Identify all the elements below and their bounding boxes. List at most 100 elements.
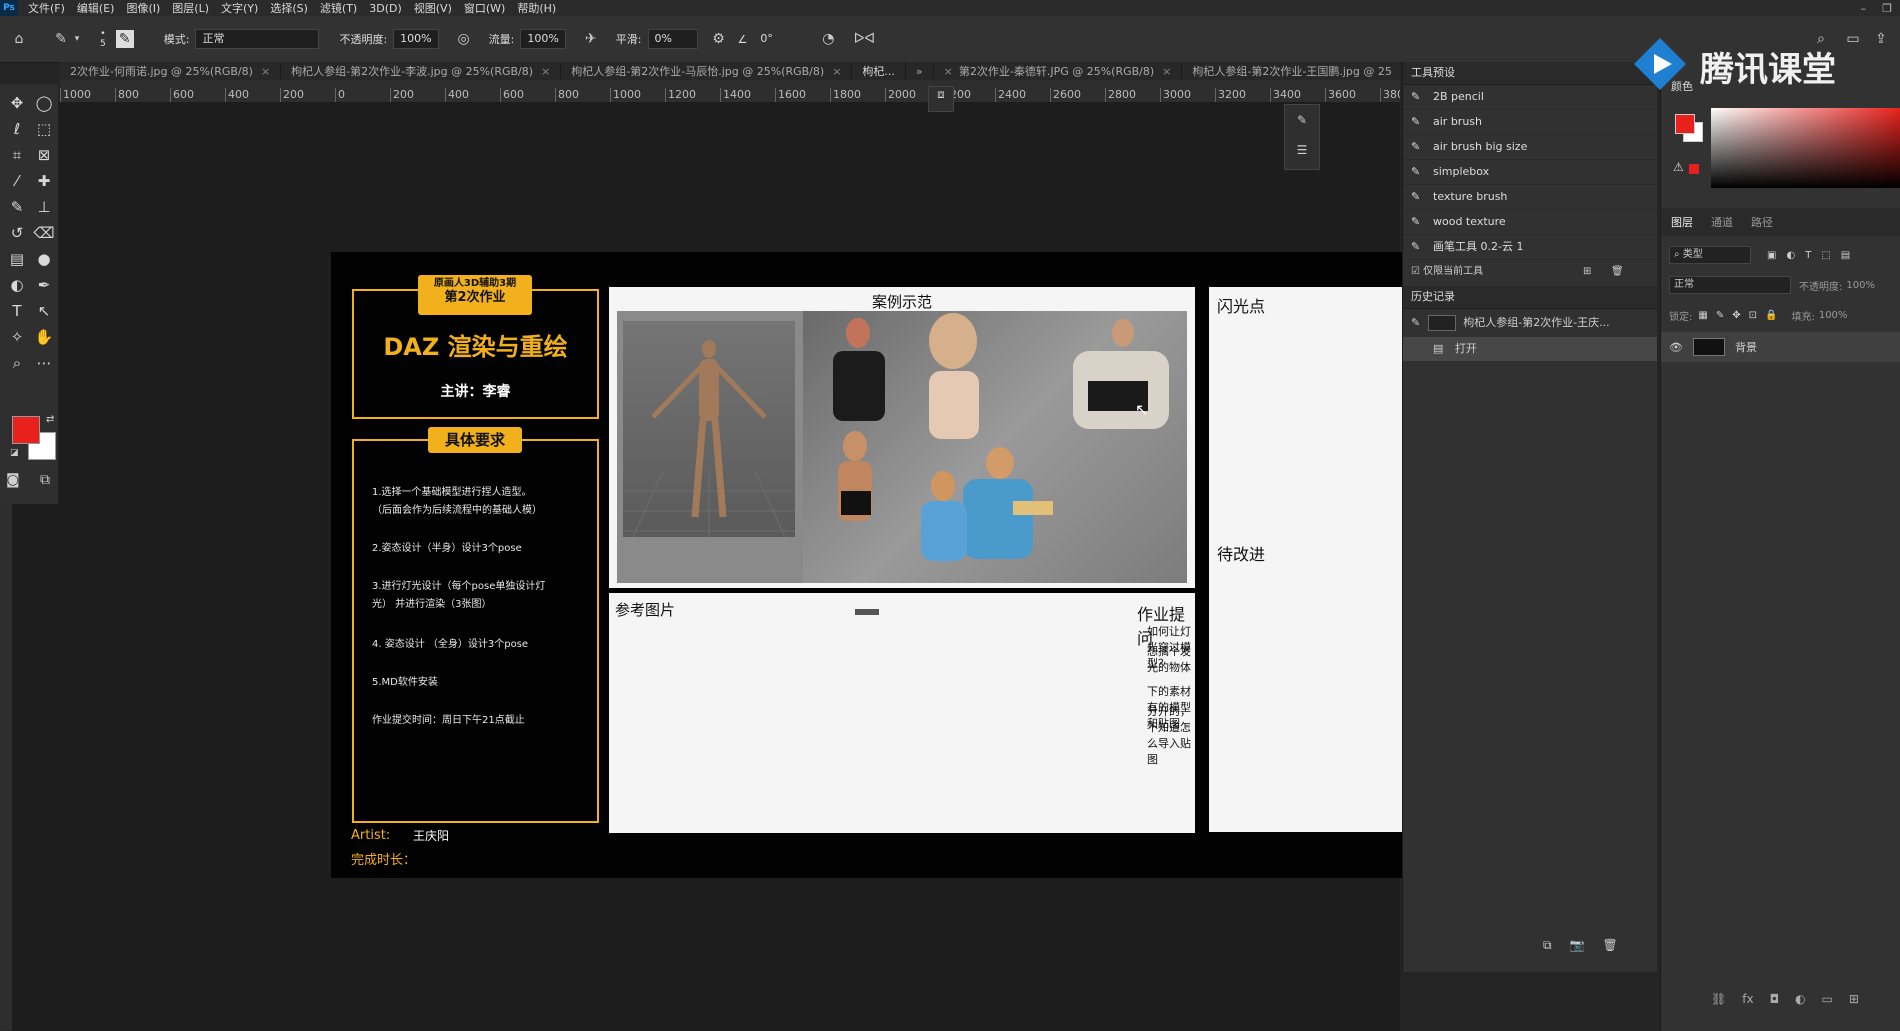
filter-shape-icon[interactable]: ⬚ bbox=[1821, 250, 1830, 261]
pressure-opacity-icon[interactable]: ◎ bbox=[453, 28, 475, 50]
trash-icon[interactable]: 🗑 bbox=[1603, 938, 1618, 953]
path-select-tool-icon[interactable]: ↖ bbox=[32, 298, 56, 324]
menu-select[interactable]: 选择(S) bbox=[270, 0, 308, 16]
brush-settings-icon[interactable]: ✎ bbox=[115, 30, 134, 48]
tab-document[interactable]: 枸杞人参组-第2次作业-王国鹏.jpg @ 25 bbox=[1182, 63, 1400, 79]
panel-collapse-icon[interactable]: ⧈ bbox=[937, 87, 945, 101]
menu-filter[interactable]: 滤镜(T) bbox=[320, 0, 357, 16]
brush-tool-icon[interactable]: ✎ bbox=[50, 28, 72, 50]
eraser-tool-icon[interactable]: ⌫ bbox=[32, 220, 56, 246]
fill-value[interactable]: 100% bbox=[1819, 310, 1848, 321]
brush-size-picker[interactable]: • 5 bbox=[100, 29, 106, 49]
link-layers-icon[interactable]: ⛓ bbox=[1711, 992, 1726, 1006]
filter-type-icon[interactable]: T bbox=[1805, 250, 1811, 261]
new-document-from-state-icon[interactable]: ⧉ bbox=[1543, 938, 1552, 953]
adjustment-layer-icon[interactable]: ◐ bbox=[1795, 992, 1805, 1006]
crop-tool-icon[interactable]: ⌗ bbox=[5, 142, 29, 168]
document-canvas[interactable]: 原画人3D辅助3期 第2次作业 DAZ 渲染与重绘 主讲：李睿 具体要求 1.选… bbox=[331, 252, 1403, 878]
foreground-color-swatch[interactable] bbox=[12, 416, 40, 444]
history-snapshot[interactable]: ✎ 枸杞人参组-第2次作业-王庆... bbox=[1403, 309, 1657, 337]
new-preset-icon[interactable]: ⊞ bbox=[1583, 260, 1591, 284]
menu-help[interactable]: 帮助(H) bbox=[517, 0, 556, 16]
lock-artboard-icon[interactable]: ⊡ bbox=[1749, 310, 1757, 321]
preset-item[interactable]: ✎ 2B pencil bbox=[1403, 85, 1657, 110]
trash-icon[interactable]: 🗑 bbox=[1611, 260, 1624, 284]
tab-layers[interactable]: 图层 bbox=[1671, 214, 1693, 230]
layer-row[interactable]: 👁 背景 bbox=[1661, 332, 1900, 362]
close-icon[interactable]: × bbox=[832, 65, 841, 78]
close-icon[interactable]: × bbox=[541, 65, 550, 78]
preset-item[interactable]: ✎ 画笔工具 0.2-云 1 bbox=[1403, 235, 1657, 260]
tab-channels[interactable]: 通道 bbox=[1711, 214, 1733, 230]
menu-image[interactable]: 图像(I) bbox=[126, 0, 160, 16]
move-tool-icon[interactable]: ✥ bbox=[5, 90, 29, 116]
tab-paths[interactable]: 路径 bbox=[1751, 214, 1773, 230]
filter-adjustment-icon[interactable]: ◐ bbox=[1786, 250, 1795, 261]
camera-snapshot-icon[interactable]: 📷 bbox=[1570, 938, 1585, 953]
flow-input[interactable]: 100% bbox=[520, 29, 566, 49]
healing-tool-icon[interactable]: ✚ bbox=[32, 168, 56, 194]
lock-transparency-icon[interactable]: ▦ bbox=[1698, 310, 1707, 321]
tab-document-active[interactable]: 枸杞... bbox=[852, 63, 906, 79]
layer-filter-select[interactable]: ⌕ 类型 bbox=[1669, 246, 1751, 264]
menu-window[interactable]: 窗口(W) bbox=[464, 0, 505, 16]
layer-opacity-value[interactable]: 100% bbox=[1846, 280, 1875, 291]
tab-document[interactable]: 枸杞人参组-第2次作业-马辰怡.jpg @ 25%(RGB/8) × bbox=[561, 63, 853, 79]
brush-tool-icon[interactable]: ✎ bbox=[5, 194, 29, 220]
frame-tool-icon[interactable]: ⊠ bbox=[32, 142, 56, 168]
quick-mask-icon[interactable]: ◙ bbox=[6, 472, 20, 488]
close-icon[interactable]: × bbox=[1162, 65, 1171, 78]
shape-tool-icon[interactable]: ✧ bbox=[5, 324, 29, 350]
brush-settings-icon[interactable]: ✎ bbox=[1285, 105, 1319, 135]
opacity-input[interactable]: 100% bbox=[393, 29, 439, 49]
home-icon[interactable]: ⌂ bbox=[8, 28, 30, 50]
object-select-tool-icon[interactable]: ⬚ bbox=[32, 116, 56, 142]
screen-mode-icon[interactable]: ⧉ bbox=[40, 472, 50, 488]
close-icon[interactable]: × bbox=[261, 65, 270, 78]
blur-tool-icon[interactable]: ● bbox=[32, 246, 56, 272]
swap-colors-icon[interactable]: ⇄ bbox=[46, 414, 54, 425]
preset-item[interactable]: ✎ texture brush bbox=[1403, 185, 1657, 210]
airbrush-icon[interactable]: ✈ bbox=[580, 28, 602, 50]
lock-position-icon[interactable]: ✥ bbox=[1732, 310, 1740, 321]
add-mask-icon[interactable]: ◘ bbox=[1770, 992, 1780, 1006]
restore-icon[interactable]: ❐ bbox=[1882, 2, 1892, 15]
lock-pixels-icon[interactable]: ✎ bbox=[1716, 310, 1724, 321]
more-tools-icon[interactable]: ⋯ bbox=[32, 350, 56, 376]
preset-item[interactable]: ✎ wood texture bbox=[1403, 210, 1657, 235]
gear-icon[interactable]: ⚙ bbox=[708, 28, 730, 50]
current-tool-checkbox[interactable]: ☑ bbox=[1411, 266, 1420, 277]
menu-type[interactable]: 文字(Y) bbox=[221, 0, 258, 16]
gamut-swatch[interactable] bbox=[1689, 164, 1699, 174]
filter-smart-icon[interactable]: ▤ bbox=[1841, 250, 1850, 261]
hand-tool-icon[interactable]: ✋ bbox=[32, 324, 56, 350]
stamp-tool-icon[interactable]: ⊥ bbox=[32, 194, 56, 220]
new-group-icon[interactable]: ▭ bbox=[1822, 992, 1833, 1006]
menu-view[interactable]: 视图(V) bbox=[414, 0, 452, 16]
menu-3d[interactable]: 3D(D) bbox=[369, 2, 402, 15]
default-colors-icon[interactable]: ◪ bbox=[10, 448, 19, 458]
pressure-size-icon[interactable]: ◔ bbox=[817, 28, 839, 50]
filter-pixel-icon[interactable]: ▣ bbox=[1767, 250, 1776, 261]
chevron-down-icon[interactable]: ▾ bbox=[72, 28, 82, 50]
preset-item[interactable]: ✎ simplebox bbox=[1403, 160, 1657, 185]
angle-input[interactable]: 0° bbox=[753, 29, 798, 49]
menu-file[interactable]: 文件(F) bbox=[28, 0, 65, 16]
minimize-icon[interactable]: – bbox=[1861, 2, 1867, 15]
adjustments-sliders-icon[interactable]: ☰ bbox=[1285, 135, 1319, 165]
tab-document[interactable]: 2次作业-何雨诺.jpg @ 25%(RGB/8) × bbox=[60, 63, 282, 79]
color-field[interactable] bbox=[1711, 108, 1900, 188]
menu-layer[interactable]: 图层(L) bbox=[172, 0, 209, 16]
history-brush-tool-icon[interactable]: ↺ bbox=[5, 220, 29, 246]
preset-item[interactable]: ✎ air brush big size bbox=[1403, 135, 1657, 160]
smoothing-input[interactable]: 0% bbox=[647, 29, 698, 49]
preset-item[interactable]: ✎ air brush bbox=[1403, 110, 1657, 135]
mode-select[interactable]: 正常 bbox=[195, 29, 320, 49]
tab-document[interactable]: 枸杞人参组-第2次作业-李波.jpg @ 25%(RGB/8) × bbox=[281, 63, 562, 79]
close-icon[interactable]: × bbox=[944, 65, 953, 78]
lock-all-icon[interactable]: 🔒 bbox=[1765, 310, 1777, 321]
dodge-tool-icon[interactable]: ◐ bbox=[5, 272, 29, 298]
symmetry-butterfly-icon[interactable]: ᐅᐊ bbox=[853, 28, 876, 50]
new-layer-icon[interactable]: ⊞ bbox=[1849, 992, 1859, 1006]
zoom-tool-icon[interactable]: ⌕ bbox=[5, 350, 29, 376]
